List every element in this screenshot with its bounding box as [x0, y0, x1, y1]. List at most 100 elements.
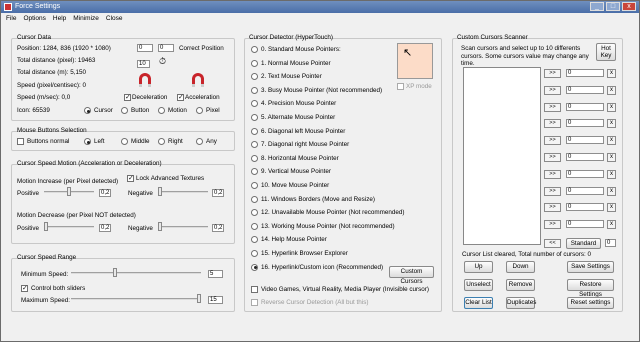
- reset-settings-button[interactable]: Reset settings: [567, 297, 614, 309]
- detector-radio-8[interactable]: [251, 154, 258, 162]
- unselect-button[interactable]: Unselect: [464, 279, 493, 291]
- slot-remove-button-5[interactable]: x: [607, 153, 616, 162]
- max-speed-slider[interactable]: [197, 294, 201, 303]
- stopwatch-icon[interactable]: ⏱: [159, 56, 166, 67]
- acceleration-checkbox[interactable]: [177, 93, 184, 101]
- dec-positive-value[interactable]: 0,2: [99, 224, 111, 232]
- position-x-field[interactable]: 0: [137, 44, 153, 52]
- slot-value-3[interactable]: 0: [566, 119, 604, 128]
- slot-add-button-6[interactable]: >>: [544, 169, 561, 179]
- min-speed-value[interactable]: 5: [208, 270, 223, 278]
- slot-add-button-2[interactable]: >>: [544, 102, 561, 112]
- menu-options[interactable]: Options: [23, 13, 45, 24]
- slot-add-button-9[interactable]: >>: [544, 220, 561, 230]
- slot-remove-button-4[interactable]: x: [607, 136, 616, 146]
- slot-add-button-4[interactable]: >>: [544, 136, 561, 146]
- slot-remove-button-3[interactable]: x: [607, 119, 616, 129]
- position-label: Position: 1284, 836 (1920 * 1080): [17, 45, 111, 52]
- detector-radio-0[interactable]: [251, 46, 258, 53]
- slot-add-button-7[interactable]: >>: [544, 186, 561, 196]
- slot-value-5[interactable]: 0: [566, 153, 604, 161]
- standard-button[interactable]: Standard: [566, 238, 601, 249]
- minimize-window-button[interactable]: _: [590, 2, 604, 11]
- menu-close[interactable]: Close: [106, 13, 123, 24]
- slot-add-button-8[interactable]: >>: [544, 203, 561, 213]
- slot-value-2[interactable]: 0: [566, 102, 604, 111]
- slot-value-1[interactable]: 0: [566, 85, 604, 94]
- slot-remove-button-1[interactable]: x: [607, 85, 616, 95]
- radio-pixel[interactable]: [196, 107, 203, 114]
- close-window-button[interactable]: x: [622, 2, 636, 11]
- slot-remove-button-2[interactable]: x: [607, 102, 616, 112]
- radio-button[interactable]: [121, 107, 128, 114]
- up-button[interactable]: Up: [464, 261, 493, 273]
- position-y-field[interactable]: 0: [158, 44, 174, 52]
- slot-add-button-0[interactable]: >>: [544, 69, 561, 78]
- standard-value[interactable]: 0: [605, 239, 616, 247]
- slot-value-8[interactable]: 0: [566, 203, 604, 212]
- detector-radio-11[interactable]: [251, 195, 258, 203]
- detector-radio-6[interactable]: [251, 127, 258, 135]
- slot-remove-button-7[interactable]: x: [607, 186, 616, 196]
- remove-button[interactable]: Remove: [506, 279, 535, 291]
- radio-left-label: Left: [94, 138, 105, 145]
- detector-radio-13[interactable]: [251, 222, 258, 230]
- custom-cursors-button[interactable]: Custom Cursors: [389, 266, 434, 285]
- dec-negative-value[interactable]: 0,2: [212, 224, 224, 232]
- dec-negative-slider[interactable]: [158, 222, 162, 231]
- xp-mode-checkbox[interactable]: [397, 83, 404, 90]
- reverse-detection-checkbox[interactable]: [251, 299, 258, 306]
- inc-negative-slider[interactable]: [158, 187, 162, 196]
- inc-positive-slider[interactable]: [67, 187, 71, 196]
- lock-advanced-checkbox[interactable]: [127, 174, 134, 182]
- save-settings-button[interactable]: Save Settings: [567, 261, 614, 273]
- detector-radio-10[interactable]: [251, 182, 258, 189]
- back-button[interactable]: <<: [544, 239, 561, 248]
- slot-add-button-3[interactable]: >>: [544, 119, 561, 129]
- detector-label-5: 5. Alternate Mouse Pointer: [261, 114, 336, 121]
- min-speed-slider[interactable]: [112, 268, 117, 277]
- down-button[interactable]: Down: [506, 261, 535, 273]
- detector-radio-5[interactable]: [251, 114, 258, 121]
- cursor-list-box[interactable]: [463, 67, 541, 245]
- detector-radio-15[interactable]: [251, 250, 258, 257]
- slot-value-9[interactable]: 0: [566, 220, 604, 229]
- radio-middle[interactable]: [121, 138, 128, 145]
- menu-minimize[interactable]: Minimize: [73, 13, 99, 24]
- radio-right[interactable]: [158, 138, 165, 145]
- radio-motion[interactable]: [158, 107, 165, 114]
- slot-remove-button-9[interactable]: x: [607, 220, 616, 230]
- radio-left[interactable]: [84, 138, 91, 145]
- slot-add-button-1[interactable]: >>: [544, 85, 561, 95]
- radio-any[interactable]: [196, 138, 203, 145]
- slot-value-7[interactable]: 0: [566, 186, 604, 195]
- slot-remove-button-6[interactable]: x: [607, 169, 616, 179]
- deceleration-checkbox[interactable]: [124, 93, 131, 101]
- video-games-checkbox[interactable]: [251, 286, 258, 293]
- inc-positive-value[interactable]: 0,2: [99, 189, 111, 197]
- radio-cursor[interactable]: [84, 107, 91, 114]
- control-both-checkbox[interactable]: [21, 284, 28, 292]
- detector-radio-3[interactable]: [251, 86, 258, 94]
- slot-value-4[interactable]: 0: [566, 136, 604, 145]
- clear-list-button[interactable]: Clear List: [464, 297, 493, 309]
- hot-key-button[interactable]: Hot Key: [596, 43, 616, 61]
- correct-position-link[interactable]: Correct Position: [179, 45, 224, 52]
- menu-file[interactable]: File: [6, 13, 16, 24]
- dec-positive-slider[interactable]: [44, 222, 48, 231]
- max-speed-value[interactable]: 15: [208, 296, 223, 304]
- menu-help[interactable]: Help: [53, 13, 66, 24]
- duplicates-button[interactable]: Duplicates: [506, 297, 536, 309]
- restore-settings-button[interactable]: Restore Settings: [567, 279, 614, 298]
- inc-negative-value[interactable]: 0,2: [212, 189, 224, 197]
- detector-radio-1[interactable]: [251, 59, 258, 67]
- detector-radio-16[interactable]: [251, 263, 258, 271]
- maximize-window-button[interactable]: □: [606, 2, 620, 11]
- slot-remove-button-8[interactable]: x: [607, 203, 616, 213]
- slot-add-button-5[interactable]: >>: [544, 153, 561, 162]
- slot-value-0[interactable]: 0: [566, 69, 604, 77]
- slot-remove-button-0[interactable]: x: [607, 69, 616, 78]
- buttons-normal-checkbox[interactable]: [17, 138, 24, 145]
- slot-value-6[interactable]: 0: [566, 169, 604, 178]
- timer-field[interactable]: 10: [137, 60, 150, 68]
